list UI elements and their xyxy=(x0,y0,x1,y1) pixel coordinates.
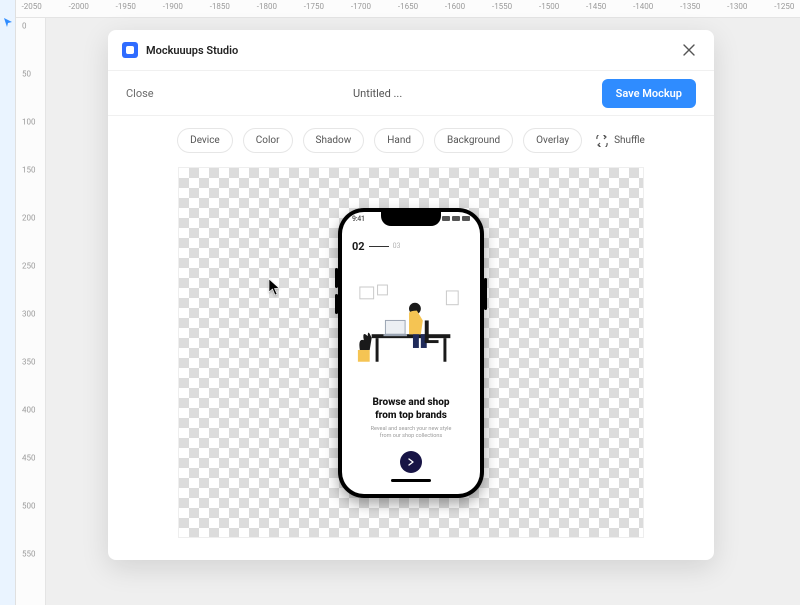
app-name: Mockuuups Studio xyxy=(146,44,238,57)
cursor-indicator-icon xyxy=(4,18,14,28)
ruler-tick: 350 xyxy=(22,358,36,367)
save-mockup-button[interactable]: Save Mockup xyxy=(602,79,696,108)
pager-total: 03 xyxy=(393,242,401,250)
page-indicator: 02 03 xyxy=(352,240,470,253)
pager-line xyxy=(369,246,389,247)
filter-overlay[interactable]: Overlay xyxy=(523,128,582,153)
app-logo-icon xyxy=(122,42,138,58)
filter-background[interactable]: Background xyxy=(434,128,513,153)
shuffle-button[interactable]: Shuffle xyxy=(596,135,645,147)
ruler-tick: 500 xyxy=(22,502,36,511)
ruler-tick: -1800 xyxy=(257,2,277,11)
ruler-tick: -1650 xyxy=(398,2,418,11)
subline-line1: Reveal and search your new style xyxy=(371,426,452,432)
arrow-right-icon xyxy=(407,458,415,466)
horizontal-ruler: -2050 -2000 -1950 -1900 -1850 -1800 -175… xyxy=(16,0,800,18)
filter-hand[interactable]: Hand xyxy=(374,128,424,153)
wifi-icon xyxy=(452,216,460,221)
headline-line1: Browse and shop xyxy=(372,397,449,408)
close-button[interactable]: Close xyxy=(126,87,154,100)
ruler-tick: -1300 xyxy=(727,2,747,11)
ruler-tick: 300 xyxy=(22,310,36,319)
onboarding-illustration xyxy=(352,259,470,392)
shuffle-label: Shuffle xyxy=(614,135,645,146)
ruler-tick: -1700 xyxy=(351,2,371,11)
status-time: 9:41 xyxy=(352,215,365,223)
ruler-tick: -1500 xyxy=(539,2,559,11)
shuffle-icon xyxy=(596,135,608,147)
phone-device-frame: 9:41 02 03 xyxy=(338,208,484,498)
ruler-tick: -1350 xyxy=(680,2,700,11)
figma-left-strip xyxy=(0,0,16,605)
onboarding-screen: 02 03 xyxy=(342,234,480,494)
onboarding-headline: Browse and shop from top brands xyxy=(352,397,470,422)
filter-shadow[interactable]: Shadow xyxy=(303,128,365,153)
filter-toolbar: Device Color Shadow Hand Background Over… xyxy=(108,116,714,167)
ruler-tick: 150 xyxy=(22,166,36,175)
phone-screen: 9:41 02 03 xyxy=(342,212,480,494)
ruler-tick: -1950 xyxy=(116,2,136,11)
modal-titlebar: Mockuuups Studio xyxy=(108,30,714,70)
ruler-tick: -1550 xyxy=(492,2,512,11)
signal-icon xyxy=(442,216,450,221)
ruler-tick: -1400 xyxy=(633,2,653,11)
ruler-tick: -1450 xyxy=(586,2,606,11)
home-indicator xyxy=(391,479,431,482)
ruler-tick: -2050 xyxy=(22,2,42,11)
mouse-cursor-icon xyxy=(268,278,282,296)
filter-device[interactable]: Device xyxy=(177,128,233,153)
ruler-tick: 200 xyxy=(22,214,36,223)
battery-icon xyxy=(462,216,470,221)
ruler-tick: -2000 xyxy=(69,2,89,11)
next-button xyxy=(400,451,422,473)
phone-volume-up xyxy=(335,268,338,288)
headline-line2: from top brands xyxy=(375,410,447,421)
phone-notch xyxy=(381,212,441,226)
ruler-tick: 550 xyxy=(22,550,36,559)
status-indicators xyxy=(442,215,470,223)
subline-line2: from our shop collections xyxy=(380,433,443,439)
ruler-tick: -1850 xyxy=(210,2,230,11)
phone-volume-down xyxy=(335,294,338,314)
phone-power-button xyxy=(484,278,487,310)
ruler-tick: 450 xyxy=(22,454,36,463)
ruler-tick: 250 xyxy=(22,262,36,271)
mockup-preview-stage[interactable]: 9:41 02 03 xyxy=(178,167,644,538)
vertical-ruler: 0 50 100 150 200 250 300 350 400 450 500… xyxy=(16,18,46,605)
mockuuups-plugin-modal: Mockuuups Studio Close Untitled ... Save… xyxy=(108,30,714,560)
ruler-tick: -1600 xyxy=(445,2,465,11)
close-icon[interactable] xyxy=(678,39,700,61)
ruler-tick: 100 xyxy=(22,118,36,127)
ruler-tick: 50 xyxy=(22,70,31,79)
ruler-tick: 0 xyxy=(22,22,27,31)
ruler-tick: 400 xyxy=(22,406,36,415)
pager-current: 02 xyxy=(352,240,365,253)
ruler-tick: -1900 xyxy=(163,2,183,11)
ruler-tick: -1750 xyxy=(304,2,324,11)
document-title: Untitled ... xyxy=(154,87,602,100)
filter-color[interactable]: Color xyxy=(243,128,293,153)
onboarding-subline: Reveal and search your new style from ou… xyxy=(352,426,470,440)
ruler-tick: -1250 xyxy=(774,2,794,11)
modal-subheader: Close Untitled ... Save Mockup xyxy=(108,70,714,116)
